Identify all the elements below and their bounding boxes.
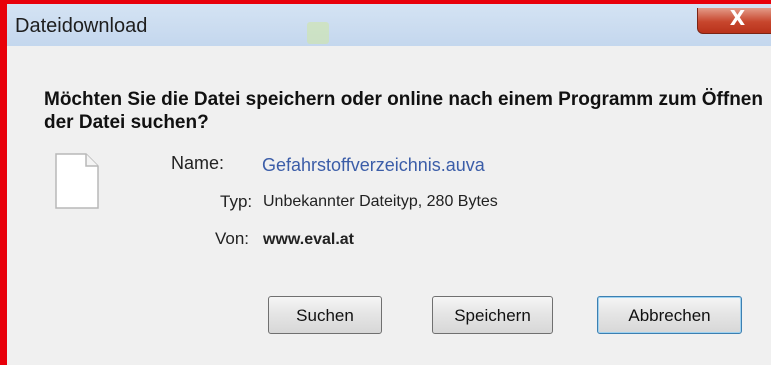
dialog-question: Möchten Sie die Datei speichern oder onl… xyxy=(44,89,763,133)
close-button[interactable]: X xyxy=(697,6,771,34)
type-label: Typ: xyxy=(220,192,253,211)
source-label: Von: xyxy=(215,229,250,248)
cancel-button[interactable]: Abbrechen xyxy=(597,296,742,334)
close-icon: X xyxy=(729,6,746,30)
file-name-value: Gefahrstoffverzeichnis.auva xyxy=(262,155,485,175)
title-bar[interactable]: Dateidownload X xyxy=(7,4,771,46)
name-label: Name: xyxy=(171,153,225,173)
window-title: Dateidownload xyxy=(15,15,148,37)
blank-file-icon xyxy=(55,153,99,209)
source-value: www.eval.at xyxy=(263,231,354,248)
dialog-body: Möchten Sie die Datei speichern oder onl… xyxy=(7,46,771,365)
save-button[interactable]: Speichern xyxy=(432,296,553,334)
file-type-value: Unbekannter Dateityp, 280 Bytes xyxy=(263,193,498,210)
search-button[interactable]: Suchen xyxy=(268,296,382,334)
background-watermark xyxy=(307,22,329,44)
